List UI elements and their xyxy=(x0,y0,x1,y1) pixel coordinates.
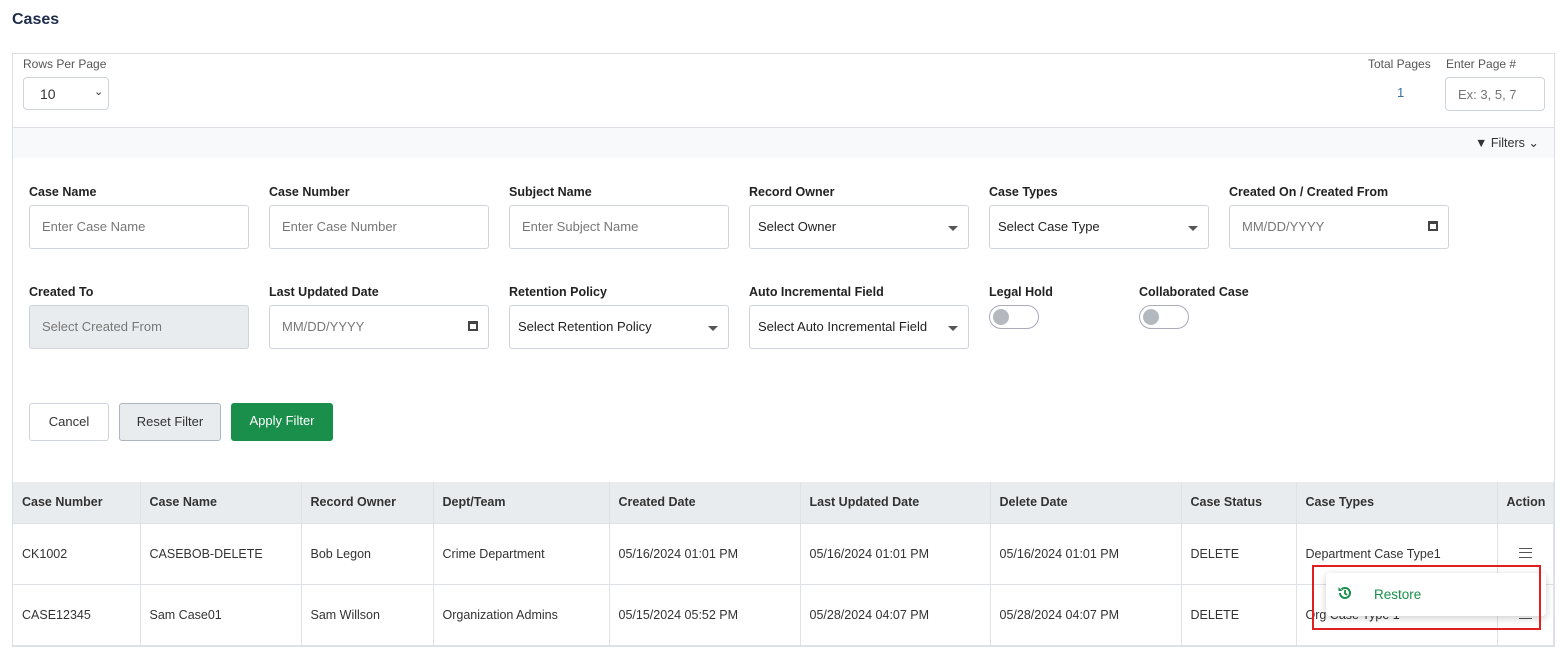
collaborated-label: Collaborated Case xyxy=(1139,285,1249,299)
cell-case-number: CK1002 xyxy=(13,522,141,584)
col-created-date[interactable]: Created Date xyxy=(609,482,801,523)
retention-label: Retention Policy xyxy=(509,285,607,299)
created-to-label: Created To xyxy=(29,285,94,299)
cell-updated: 05/28/2024 04:07 PM xyxy=(800,583,991,646)
case-name-input[interactable]: Enter Case Name xyxy=(29,205,249,249)
caret-down-icon xyxy=(948,326,958,331)
cell-record-owner: Bob Legon xyxy=(301,522,434,584)
caret-down-icon xyxy=(708,326,718,331)
legal-hold-label: Legal Hold xyxy=(989,285,1053,299)
case-number-label: Case Number xyxy=(269,185,350,199)
cell-deleted: 05/28/2024 04:07 PM xyxy=(990,583,1182,646)
cell-updated: 05/16/2024 01:01 PM xyxy=(800,522,991,584)
last-updated-label: Last Updated Date xyxy=(269,285,379,299)
filters-label: Filters xyxy=(1490,136,1525,150)
created-to-input: Select Created From xyxy=(29,305,249,349)
caret-down-icon xyxy=(948,226,958,231)
total-pages-value: 1 xyxy=(1397,85,1405,100)
col-case-status[interactable]: Case Status xyxy=(1181,482,1297,523)
rows-per-page-value: 10 xyxy=(40,86,56,102)
cell-dept: Organization Admins xyxy=(433,583,610,646)
retention-value: Select Retention Policy xyxy=(518,319,652,334)
col-delete-date[interactable]: Delete Date xyxy=(990,482,1182,523)
page-number-input[interactable] xyxy=(1445,77,1545,111)
calendar-icon[interactable] xyxy=(1428,221,1438,231)
last-updated-placeholder: MM/DD/YYYY xyxy=(282,319,365,334)
cell-status: DELETE xyxy=(1181,583,1297,646)
collaborated-toggle[interactable] xyxy=(1139,305,1189,329)
cell-deleted: 05/16/2024 01:01 PM xyxy=(990,522,1182,584)
created-from-label: Created On / Created From xyxy=(1229,185,1389,199)
toggle-knob xyxy=(1143,309,1159,325)
cell-case-name: Sam Case01 xyxy=(140,583,302,646)
cell-case-name: CASEBOB-DELETE xyxy=(140,522,302,584)
enter-page-label: Enter Page # xyxy=(1446,57,1517,71)
record-owner-select[interactable]: Select Owner xyxy=(749,205,969,249)
chevron-down-icon: ⌄ xyxy=(1528,136,1539,150)
last-updated-input[interactable]: MM/DD/YYYY xyxy=(269,305,489,349)
calendar-icon[interactable] xyxy=(468,321,478,331)
created-from-input[interactable]: MM/DD/YYYY xyxy=(1229,205,1449,249)
col-last-updated[interactable]: Last Updated Date xyxy=(800,482,991,523)
col-case-number[interactable]: Case Number xyxy=(13,482,141,523)
filters-bar xyxy=(13,127,1554,158)
auto-inc-select[interactable]: Select Auto Incremental Field xyxy=(749,305,969,349)
col-case-name[interactable]: Case Name xyxy=(140,482,302,523)
funnel-icon: ▼ xyxy=(1475,136,1488,150)
auto-inc-value: Select Auto Incremental Field xyxy=(758,319,928,334)
toggle-knob xyxy=(993,309,1009,325)
case-types-label: Case Types xyxy=(989,185,1058,199)
highlight-box xyxy=(1312,565,1541,630)
total-pages-label: Total Pages xyxy=(1368,57,1431,71)
record-owner-label: Record Owner xyxy=(749,185,835,199)
col-action: Action xyxy=(1497,482,1554,523)
case-name-label: Case Name xyxy=(29,185,97,199)
created-from-placeholder: MM/DD/YYYY xyxy=(1242,219,1325,234)
cell-record-owner: Sam Willson xyxy=(301,583,434,646)
cell-status: DELETE xyxy=(1181,522,1297,584)
col-dept-team[interactable]: Dept/Team xyxy=(433,482,610,523)
legal-hold-toggle[interactable] xyxy=(989,305,1039,329)
auto-inc-label: Auto Incremental Field xyxy=(749,285,884,299)
hamburger-menu-icon[interactable] xyxy=(1518,547,1532,558)
col-record-owner[interactable]: Record Owner xyxy=(301,482,434,523)
retention-select[interactable]: Select Retention Policy xyxy=(509,305,729,349)
rows-per-page-label: Rows Per Page xyxy=(23,57,107,71)
subject-name-input[interactable]: Enter Subject Name xyxy=(509,205,729,249)
case-types-value: Select Case Type xyxy=(998,219,1100,234)
reset-filter-button[interactable]: Reset Filter xyxy=(119,403,221,441)
caret-down-icon xyxy=(1188,226,1198,231)
record-owner-value: Select Owner xyxy=(758,219,837,234)
cell-dept: Crime Department xyxy=(433,522,610,584)
rows-per-page-select[interactable]: 10 ⌄ xyxy=(23,77,109,110)
case-types-select[interactable]: Select Case Type xyxy=(989,205,1209,249)
cell-created: 05/15/2024 05:52 PM xyxy=(609,583,801,646)
apply-filter-button[interactable]: Apply Filter xyxy=(231,403,333,441)
col-case-types[interactable]: Case Types xyxy=(1296,482,1498,523)
cell-created: 05/16/2024 01:01 PM xyxy=(609,522,801,584)
chevron-down-icon: ⌄ xyxy=(94,86,104,98)
filters-toggle[interactable]: ▼ Filters ⌄ xyxy=(1475,135,1539,150)
cancel-button[interactable]: Cancel xyxy=(29,403,109,441)
page-title: Cases xyxy=(12,11,60,28)
subject-name-label: Subject Name xyxy=(509,185,592,199)
case-number-input[interactable]: Enter Case Number xyxy=(269,205,489,249)
cell-case-number: CASE12345 xyxy=(13,583,141,646)
